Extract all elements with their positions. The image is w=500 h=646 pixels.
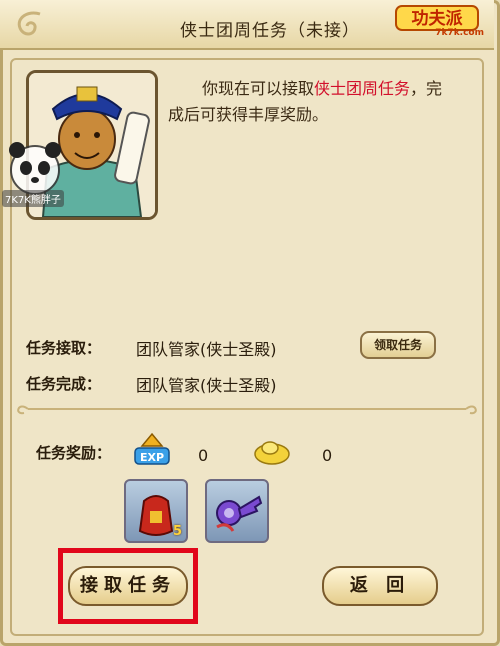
reward-item-slot[interactable] bbox=[205, 479, 269, 543]
accept-label: 任务接取： bbox=[26, 339, 102, 357]
window-title: 侠士团周任务（未接） bbox=[180, 21, 360, 41]
back-button[interactable]: 返 回 bbox=[322, 566, 438, 606]
svg-text:EXP: EXP bbox=[140, 451, 164, 464]
swirl-ornament-icon bbox=[17, 11, 41, 36]
complete-label: 任务完成： bbox=[26, 375, 102, 393]
exp-icon: EXP bbox=[134, 432, 170, 465]
logo-url: 7k7k.com bbox=[435, 28, 484, 38]
reward-item-slot[interactable]: 5 bbox=[124, 479, 188, 543]
item-count: 5 bbox=[172, 524, 182, 539]
ornament-divider bbox=[17, 405, 477, 415]
gold-value: 0 bbox=[322, 446, 333, 465]
gold-ingot-icon bbox=[254, 441, 290, 465]
exp-value: 0 bbox=[198, 446, 209, 465]
quest-name-highlight: 侠士团周任务 bbox=[314, 79, 411, 98]
accept-npc: 团队管家(侠士圣殿) bbox=[136, 340, 277, 359]
complete-npc: 团队管家(侠士圣殿) bbox=[136, 376, 277, 395]
description-prefix: 你现在可以接取 bbox=[202, 79, 315, 98]
highlight-box bbox=[58, 548, 198, 624]
quest-description: 你现在可以接取侠士团周任务，完成后可获得丰厚奖励。 bbox=[168, 76, 458, 128]
rewards-label: 任务奖励： bbox=[36, 444, 112, 462]
title-bar: 侠士团周任务（未接） 功夫派 7k7k.com bbox=[0, 0, 494, 50]
key-item-icon bbox=[216, 495, 263, 532]
svg-text:功夫派: 功夫派 bbox=[412, 8, 464, 29]
watermark-label: 7K7K熊胖子 bbox=[2, 190, 64, 207]
claim-task-button[interactable]: 领取任务 bbox=[360, 331, 436, 359]
